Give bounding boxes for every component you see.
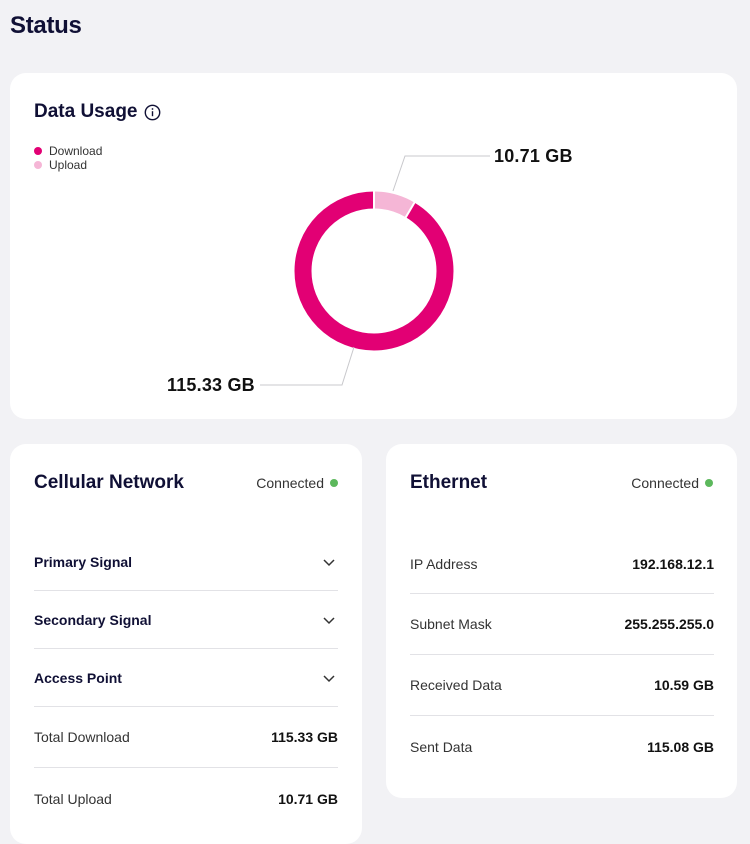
total-download-row: Total Download 115.33 GB — [34, 707, 338, 768]
chevron-down-icon[interactable] — [322, 613, 336, 627]
legend-item-download: Download — [34, 144, 102, 158]
upload-leader-line — [392, 155, 490, 192]
data-usage-card: Data Usage Download Upload 10.71 GB 115.… — [10, 73, 737, 419]
download-value-label: 115.33 GB — [167, 375, 255, 395]
total-upload-value: 10.71 GB — [278, 790, 338, 807]
secondary-signal-row[interactable]: Secondary Signal — [34, 591, 338, 649]
cellular-rows: Primary Signal Secondary Signal Access P… — [34, 534, 338, 829]
page-title: Status — [10, 12, 82, 39]
primary-signal-label: Primary Signal — [34, 554, 133, 570]
secondary-signal-label: Secondary Signal — [34, 611, 152, 628]
chevron-down-icon[interactable] — [322, 555, 336, 569]
total-download-value: 115.33 GB — [271, 729, 338, 745]
ethernet-title: Ethernet — [410, 472, 488, 493]
received-data-value: 10.59 GB — [654, 677, 714, 693]
subnet-mask-label: Subnet Mask — [410, 616, 492, 632]
donut-slice-download — [294, 191, 454, 351]
legend-label-download: Download — [49, 144, 103, 158]
ethernet-card: Ethernet Connected IP Address 192.168.12… — [386, 444, 737, 798]
subnet-mask-row: Subnet Mask 255.255.255.0 — [410, 594, 714, 655]
received-data-row: Received Data 10.59 GB — [410, 655, 714, 716]
access-point-row[interactable]: Access Point — [34, 649, 338, 707]
ethernet-rows: IP Address 192.168.12.1 Subnet Mask 255.… — [410, 534, 714, 777]
sent-data-row: Sent Data 115.08 GB — [410, 716, 714, 777]
primary-signal-row[interactable]: Primary Signal — [34, 534, 338, 591]
sent-data-value: 115.08 GB — [647, 738, 714, 755]
upload-value-label: 10.71 GB — [494, 146, 573, 166]
access-point-label: Access Point — [34, 669, 122, 686]
legend-dot-download — [34, 147, 42, 155]
cellular-network-title: Cellular Network — [34, 472, 184, 493]
ip-address-value: 192.168.12.1 — [632, 555, 714, 572]
cellular-network-card: Cellular Network Connected Primary Signa… — [10, 444, 362, 844]
ip-address-label: IP Address — [410, 555, 478, 572]
received-data-label: Received Data — [410, 677, 502, 693]
sent-data-label: Sent Data — [410, 738, 473, 755]
total-upload-row: Total Upload 10.71 GB — [34, 768, 338, 829]
download-leader-line — [260, 346, 355, 386]
status-dot-icon — [330, 479, 338, 487]
ip-address-row: IP Address 192.168.12.1 — [410, 534, 714, 594]
ethernet-status-text: Connected — [631, 475, 699, 491]
info-icon[interactable] — [144, 104, 161, 121]
cellular-status: Connected — [256, 475, 338, 491]
data-usage-title-text: Data Usage — [34, 101, 138, 122]
ethernet-status: Connected — [631, 475, 713, 491]
data-usage-donut-chart — [260, 155, 490, 386]
legend-dot-upload — [34, 161, 42, 169]
legend-label-upload: Upload — [49, 158, 88, 172]
status-dot-icon — [705, 479, 713, 487]
cellular-status-text: Connected — [256, 475, 324, 491]
total-download-label: Total Download — [34, 729, 130, 745]
total-upload-label: Total Upload — [34, 790, 112, 807]
legend-item-upload: Upload — [34, 158, 102, 172]
chart-legend: Download Upload — [34, 144, 102, 172]
subnet-mask-value: 255.255.255.0 — [624, 616, 714, 632]
chevron-down-icon[interactable] — [322, 671, 336, 685]
data-usage-title: Data Usage — [34, 101, 161, 123]
